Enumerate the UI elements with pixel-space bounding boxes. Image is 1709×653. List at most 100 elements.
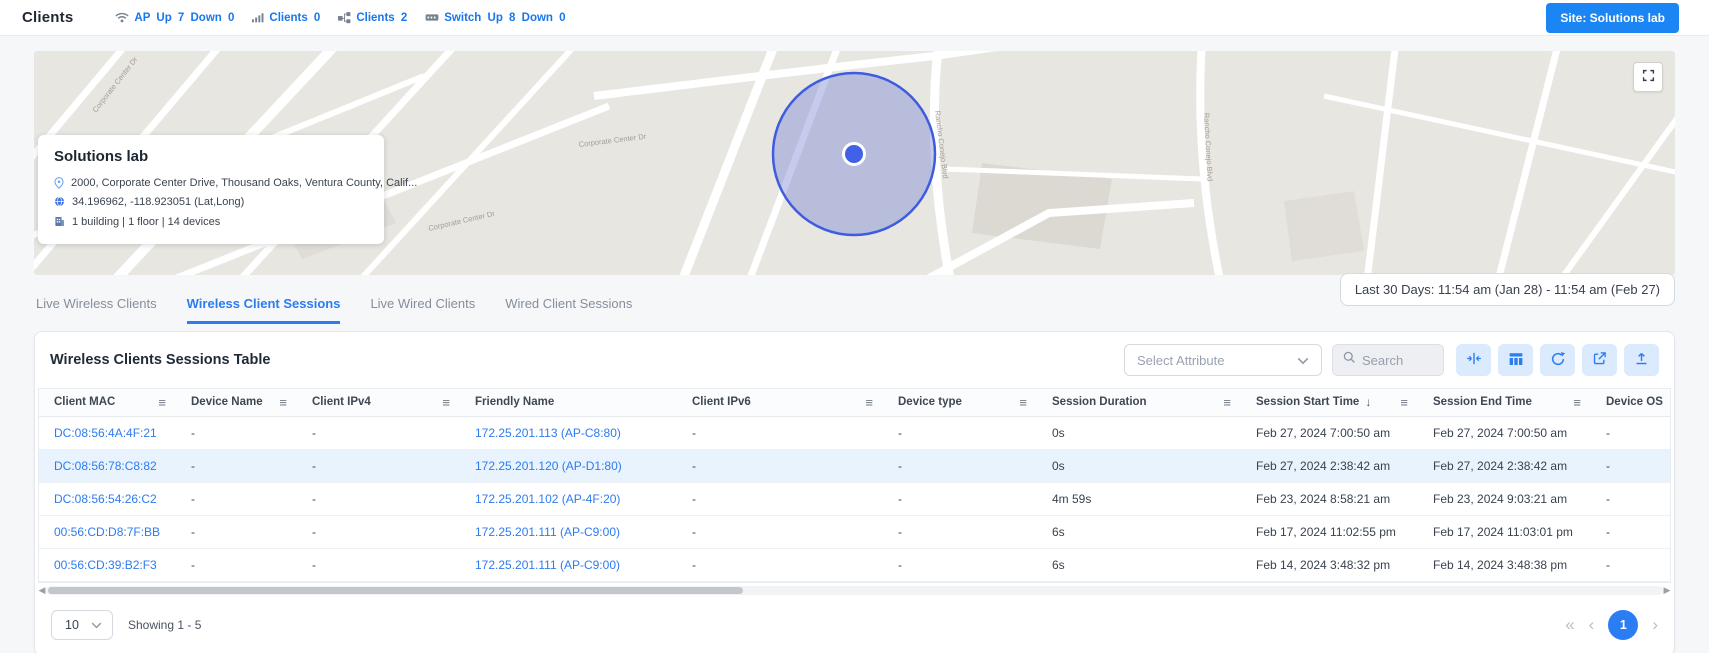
search-box[interactable] — [1332, 344, 1444, 376]
col-session-end-time[interactable]: Session End Time≡ — [1418, 389, 1591, 416]
current-page-button[interactable]: 1 — [1608, 610, 1638, 640]
fit-columns-button[interactable] — [1456, 344, 1491, 376]
scroll-right-icon[interactable]: ▶ — [1663, 585, 1671, 596]
col-device-name[interactable]: Device Name≡ — [176, 389, 297, 416]
client-ipv6-cell: - — [677, 548, 883, 581]
clients-tabs: Live Wireless Clients Wireless Client Se… — [36, 296, 632, 324]
topology-icon — [338, 12, 351, 24]
device-type-cell: - — [883, 482, 1037, 515]
top-bar: Clients AP Up 7 Down 0 Clients 0 Clients… — [0, 0, 1709, 36]
client-ipv6-cell: - — [677, 416, 883, 449]
friendly-name-link[interactable]: 172.25.201.120 (AP-D1:80) — [460, 449, 677, 482]
table-row[interactable]: 00:56:CD:39:B2:F3 - - 172.25.201.111 (AP… — [39, 548, 1670, 581]
device-type-cell: - — [883, 515, 1037, 548]
friendly-name-link[interactable]: 172.25.201.111 (AP-C9:00) — [460, 515, 677, 548]
tab-live-wired-clients[interactable]: Live Wired Clients — [370, 296, 475, 324]
client-mac-link[interactable]: 00:56:CD:39:B2:F3 — [39, 548, 176, 581]
upload-button[interactable] — [1624, 344, 1659, 376]
col-session-start-time[interactable]: Session Start Time↓≡ — [1241, 389, 1418, 416]
friendly-name-link[interactable]: 172.25.201.111 (AP-C9:00) — [460, 548, 677, 581]
table-header-row: Wireless Clients Sessions Table Select A… — [35, 332, 1674, 388]
map-fullscreen-button[interactable] — [1633, 62, 1663, 92]
globe-icon — [54, 196, 65, 207]
site-marker-dot[interactable] — [844, 144, 865, 165]
col-session-duration[interactable]: Session Duration≡ — [1037, 389, 1241, 416]
wired-clients-label: Clients 2 — [356, 12, 407, 24]
col-friendly-name[interactable]: Friendly Name — [460, 389, 677, 416]
device-name-cell: - — [176, 515, 297, 548]
refresh-button[interactable] — [1540, 344, 1575, 376]
client-mac-link[interactable]: 00:56:CD:D8:7F:BB — [39, 515, 176, 548]
site-selector-button[interactable]: Site: Solutions lab — [1546, 3, 1679, 33]
col-device-os[interactable]: Device OS — [1591, 389, 1670, 416]
site-coordinates-line: 34.196962, -118.923051 (Lat,Long) — [54, 193, 368, 212]
tab-live-wireless-clients[interactable]: Live Wireless Clients — [36, 296, 157, 324]
sessions-table-card: Wireless Clients Sessions Table Select A… — [34, 331, 1675, 653]
page-size-select[interactable]: 10 — [51, 610, 113, 640]
date-range-selector[interactable]: Last 30 Days: 11:54 am (Jan 28) - 11:54 … — [1340, 273, 1675, 306]
col-client-ipv4[interactable]: Client IPv4≡ — [297, 389, 460, 416]
column-menu-icon[interactable]: ≡ — [158, 396, 166, 409]
col-client-ipv6[interactable]: Client IPv6≡ — [677, 389, 883, 416]
session-start-cell: Feb 27, 2024 2:38:42 am — [1241, 449, 1418, 482]
table-row[interactable]: DC:08:56:78:C8:82 - - 172.25.201.120 (AP… — [39, 449, 1670, 482]
client-ipv4-cell: - — [297, 416, 460, 449]
sort-desc-icon[interactable]: ↓ — [1365, 395, 1371, 409]
table-row[interactable]: DC:08:56:54:26:C2 - - 172.25.201.102 (AP… — [39, 482, 1670, 515]
friendly-name-link[interactable]: 172.25.201.113 (AP-C8:80) — [460, 416, 677, 449]
column-menu-icon[interactable]: ≡ — [1223, 396, 1231, 409]
street-label: Corporate Center Dr — [578, 132, 647, 149]
client-ipv6-cell: - — [677, 515, 883, 548]
wired-clients-status[interactable]: Clients 2 — [338, 12, 407, 24]
column-menu-icon[interactable]: ≡ — [279, 396, 287, 409]
fit-columns-icon — [1466, 351, 1482, 369]
session-end-cell: Feb 17, 2024 11:03:01 pm — [1418, 515, 1591, 548]
page-title: Clients — [22, 9, 73, 26]
table-title: Wireless Clients Sessions Table — [50, 352, 270, 368]
scrollbar-thumb[interactable] — [48, 587, 743, 594]
client-ipv6-cell: - — [677, 482, 883, 515]
first-page-icon[interactable]: « — [1565, 616, 1574, 633]
client-ipv4-cell: - — [297, 482, 460, 515]
session-end-cell: Feb 23, 2024 9:03:21 am — [1418, 482, 1591, 515]
wireless-clients-label: Clients 0 — [269, 12, 320, 24]
client-mac-link[interactable]: DC:08:56:4A:4F:21 — [39, 416, 176, 449]
site-address-line: 2000, Corporate Center Drive, Thousand O… — [54, 174, 368, 193]
device-type-cell: - — [883, 416, 1037, 449]
tab-wired-client-sessions[interactable]: Wired Client Sessions — [505, 296, 632, 324]
scrollbar-track[interactable] — [46, 586, 1663, 595]
export-button[interactable] — [1582, 344, 1617, 376]
col-device-type[interactable]: Device type≡ — [883, 389, 1037, 416]
session-start-cell: Feb 27, 2024 7:00:50 am — [1241, 416, 1418, 449]
site-name: Solutions lab — [54, 148, 368, 165]
column-menu-icon[interactable]: ≡ — [1019, 396, 1027, 409]
device-name-cell: - — [176, 416, 297, 449]
client-mac-link[interactable]: DC:08:56:78:C8:82 — [39, 449, 176, 482]
ap-status[interactable]: AP Up 7 Down 0 — [115, 12, 234, 24]
column-menu-icon[interactable]: ≡ — [865, 396, 873, 409]
col-client-mac[interactable]: Client MAC≡ — [39, 389, 176, 416]
switch-status[interactable]: Switch Up 8 Down 0 — [425, 12, 565, 24]
table-row[interactable]: DC:08:56:4A:4F:21 - - 172.25.201.113 (AP… — [39, 416, 1670, 449]
column-menu-icon[interactable]: ≡ — [1573, 396, 1581, 409]
table-row[interactable]: 00:56:CD:D8:7F:BB - - 172.25.201.111 (AP… — [39, 515, 1670, 548]
previous-page-icon[interactable]: ‹ — [1589, 616, 1595, 633]
horizontal-scrollbar[interactable]: ◀ ▶ — [38, 585, 1671, 597]
session-duration-cell: 4m 59s — [1037, 482, 1241, 515]
columns-button[interactable] — [1498, 344, 1533, 376]
attribute-select[interactable]: Select Attribute — [1124, 344, 1322, 376]
tab-wireless-client-sessions[interactable]: Wireless Client Sessions — [187, 296, 341, 324]
wireless-clients-status[interactable]: Clients 0 — [252, 12, 320, 24]
client-mac-link[interactable]: DC:08:56:54:26:C2 — [39, 482, 176, 515]
site-inventory: 1 building | 1 floor | 14 devices — [72, 213, 220, 232]
session-start-cell: Feb 17, 2024 11:02:55 pm — [1241, 515, 1418, 548]
column-menu-icon[interactable]: ≡ — [442, 396, 450, 409]
friendly-name-link[interactable]: 172.25.201.102 (AP-4F:20) — [460, 482, 677, 515]
session-duration-cell: 0s — [1037, 449, 1241, 482]
site-map[interactable]: Corporate Center Dr Corporate Center Dr … — [34, 51, 1675, 275]
next-page-icon[interactable]: › — [1652, 616, 1658, 633]
fullscreen-icon — [1642, 69, 1655, 85]
search-input[interactable] — [1362, 353, 1432, 368]
column-menu-icon[interactable]: ≡ — [1400, 396, 1408, 409]
scroll-left-icon[interactable]: ◀ — [38, 585, 46, 596]
